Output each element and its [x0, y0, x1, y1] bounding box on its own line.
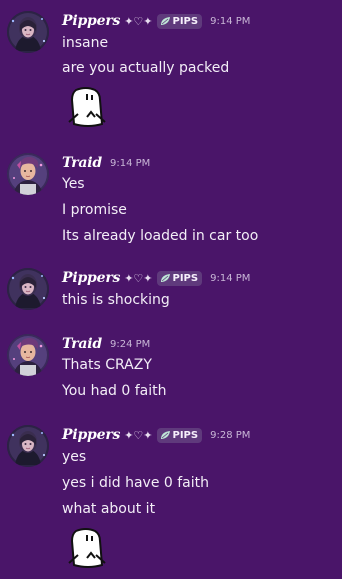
- username[interactable]: Pippers: [62, 13, 120, 29]
- avatar-pippers[interactable]: [7, 268, 49, 310]
- message-header: Pippers ✦♡✦ PIPS 9:28 PM: [62, 425, 250, 445]
- guild-tag[interactable]: PIPS: [156, 270, 203, 286]
- name-decoration: ✦♡✦: [124, 428, 153, 442]
- timestamp: 9:14 PM: [109, 157, 151, 169]
- guild-tag[interactable]: PIPS: [156, 427, 203, 443]
- chat-log: Pippers ✦♡✦ PIPS 9:14 PM insane are you …: [0, 0, 342, 579]
- name-decoration: ✦♡✦: [124, 271, 153, 285]
- avatar-traid[interactable]: [7, 153, 49, 195]
- message-text: yes i did have 0 faith: [62, 475, 210, 491]
- message-header: Traid 9:24 PM: [62, 334, 150, 354]
- timestamp: 9:28 PM: [210, 429, 251, 441]
- guild-tag-label: PIPS: [172, 15, 199, 27]
- message-text: Yes: [62, 176, 85, 192]
- timestamp: 9:14 PM: [210, 272, 251, 284]
- message-header: Pippers ✦♡✦ PIPS 9:14 PM: [62, 11, 250, 31]
- message-text: You had 0 faith: [62, 383, 167, 399]
- timestamp: 9:24 PM: [109, 338, 151, 350]
- avatar-pippers[interactable]: [7, 425, 49, 467]
- guild-tag[interactable]: PIPS: [156, 13, 203, 29]
- avatar-pippers[interactable]: [7, 11, 49, 53]
- avatar-pippers-image: [7, 268, 49, 310]
- message-text: Its already loaded in car too: [62, 228, 259, 244]
- username[interactable]: Traid: [62, 155, 102, 171]
- message-text: this is shocking: [62, 292, 170, 308]
- leaf-icon: [160, 431, 170, 439]
- message-text: I promise: [62, 202, 127, 218]
- flork-clock-sticker[interactable]: [64, 84, 110, 130]
- name-decoration: ✦♡✦: [124, 14, 153, 28]
- username[interactable]: Pippers: [62, 427, 120, 443]
- leaf-icon: [160, 274, 170, 282]
- message-text: yes: [62, 449, 87, 465]
- guild-tag-label: PIPS: [172, 429, 199, 441]
- guild-tag-label: PIPS: [172, 272, 199, 284]
- avatar-traid-image: [7, 334, 49, 376]
- message-text: Thats CRAZY: [62, 357, 152, 373]
- message-header: Traid 9:14 PM: [62, 153, 150, 173]
- message-header: Pippers ✦♡✦ PIPS 9:14 PM: [62, 268, 250, 288]
- message-text: are you actually packed: [62, 60, 230, 76]
- avatar-traid[interactable]: [7, 334, 49, 376]
- flork-clock-sticker[interactable]: [64, 525, 110, 571]
- leaf-icon: [160, 17, 170, 25]
- avatar-pippers-image: [7, 11, 49, 53]
- message-text: what about it: [62, 501, 156, 517]
- username[interactable]: Traid: [62, 336, 102, 352]
- flork-clock-icon: [68, 87, 106, 127]
- avatar-traid-image: [7, 153, 49, 195]
- timestamp: 9:14 PM: [210, 15, 251, 27]
- username[interactable]: Pippers: [62, 270, 120, 286]
- avatar-pippers-image: [7, 425, 49, 467]
- flork-clock-icon: [68, 528, 106, 568]
- message-text: insane: [62, 35, 109, 51]
